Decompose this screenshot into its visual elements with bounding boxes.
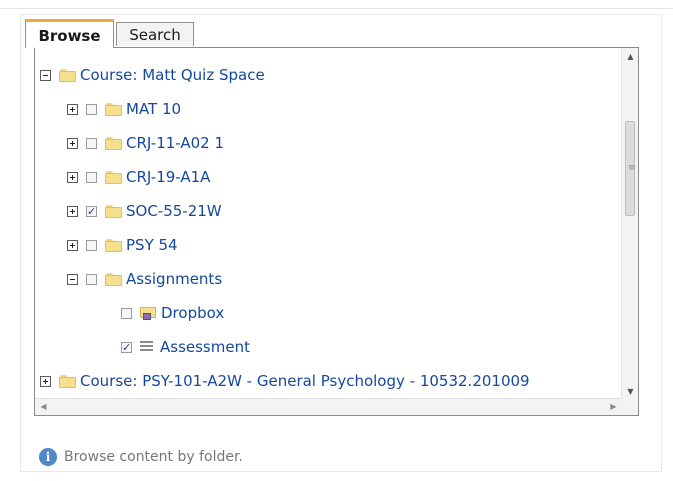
- scroll-left-icon[interactable]: ◀: [35, 399, 52, 415]
- expand-icon[interactable]: [67, 103, 78, 115]
- folder-icon: [105, 136, 122, 150]
- tree-node-assignments: Assignments: [67, 268, 222, 290]
- tree-node-checkbox[interactable]: [86, 103, 97, 115]
- tree-node-course-matt-quiz-space: Course: Matt Quiz Space: [40, 64, 265, 86]
- tree-node-checkbox[interactable]: [86, 273, 97, 285]
- folder-icon: [105, 238, 122, 252]
- scroll-corner: [621, 398, 638, 415]
- tree-node-label[interactable]: CRJ-11-A02 1: [126, 132, 224, 154]
- folder-icon: [59, 68, 76, 82]
- tree-node-checkbox[interactable]: [121, 337, 132, 359]
- tree-node-soc-55-21w: SOC-55-21W: [67, 200, 222, 223]
- tree-node-label[interactable]: PSY 54: [126, 234, 178, 256]
- folder-icon: [59, 374, 76, 388]
- tree-content: Course: Matt Quiz Space MAT 10 CRJ-11-A0…: [35, 48, 620, 400]
- tree-node-psy-54: PSY 54: [67, 234, 178, 256]
- tree-node-label[interactable]: Course: PSY-101-A2W - General Psychology…: [80, 370, 530, 392]
- expand-icon[interactable]: [67, 171, 78, 183]
- tree-node-checkbox[interactable]: [86, 239, 97, 251]
- tree-node-checkbox[interactable]: [86, 171, 97, 183]
- tree-node-checkbox[interactable]: [86, 137, 97, 149]
- collapse-icon[interactable]: [40, 69, 51, 81]
- hint-text: Browse content by folder.: [64, 449, 243, 465]
- scroll-up-icon[interactable]: ▲: [622, 48, 638, 65]
- content-browser-panel: Browse Search Course: Matt Quiz Space MA…: [20, 14, 662, 472]
- top-divider: [0, 0, 673, 9]
- tree-node-dropbox: Dropbox: [121, 302, 224, 324]
- tree-node-checkbox[interactable]: [86, 201, 97, 223]
- expand-icon[interactable]: [67, 137, 78, 149]
- tree-node-crj-11-a02-1: CRJ-11-A02 1: [67, 132, 224, 154]
- tree-node-assessment: Assessment: [121, 336, 250, 359]
- expand-icon[interactable]: [67, 205, 78, 217]
- tab-browse[interactable]: Browse: [25, 19, 114, 48]
- collapse-icon[interactable]: [67, 273, 78, 285]
- folder-icon: [105, 102, 122, 116]
- dropbox-icon: [140, 306, 156, 320]
- scroll-thumb[interactable]: ≡: [625, 121, 636, 216]
- tree-node-label[interactable]: Dropbox: [161, 302, 224, 324]
- expand-icon[interactable]: [67, 239, 78, 251]
- folder-tree: Course: Matt Quiz Space MAT 10 CRJ-11-A0…: [34, 47, 639, 416]
- folder-icon: [105, 170, 122, 184]
- tab-search[interactable]: Search: [116, 22, 194, 46]
- tree-node-label[interactable]: Course: Matt Quiz Space: [80, 64, 265, 86]
- info-icon: i: [39, 448, 57, 466]
- tree-node-label[interactable]: SOC-55-21W: [126, 200, 222, 222]
- scroll-right-icon[interactable]: ▶: [605, 399, 622, 415]
- horizontal-scrollbar[interactable]: ◀ ▶: [35, 398, 622, 415]
- assessment-icon: [140, 340, 154, 354]
- vertical-scrollbar[interactable]: ▲ ≡ ▼: [621, 48, 638, 400]
- tree-node-label[interactable]: CRJ-19-A1A: [126, 166, 210, 188]
- expand-icon[interactable]: [40, 375, 51, 387]
- tree-node-label[interactable]: Assignments: [126, 268, 222, 290]
- folder-icon: [105, 204, 122, 218]
- tree-node-course-psy-101: Course: PSY-101-A2W - General Psychology…: [40, 370, 530, 392]
- tree-node-crj-19-a1a: CRJ-19-A1A: [67, 166, 210, 188]
- status-hint: i Browse content by folder.: [39, 447, 243, 467]
- tree-node-mat-10: MAT 10: [67, 98, 181, 120]
- tree-node-label[interactable]: MAT 10: [126, 98, 181, 120]
- grip-icon: ≡: [628, 163, 636, 173]
- folder-icon: [105, 272, 122, 286]
- tree-node-label[interactable]: Assessment: [160, 336, 250, 358]
- tree-node-checkbox[interactable]: [121, 307, 132, 319]
